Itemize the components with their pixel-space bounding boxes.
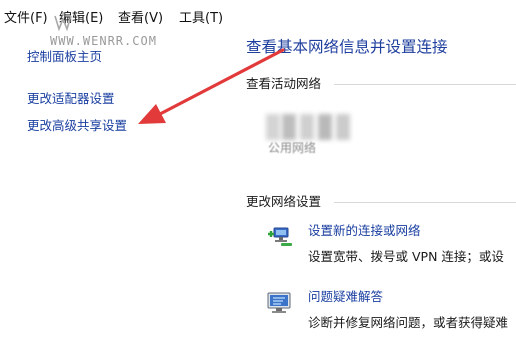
annotation-arrow-icon [138, 48, 285, 124]
